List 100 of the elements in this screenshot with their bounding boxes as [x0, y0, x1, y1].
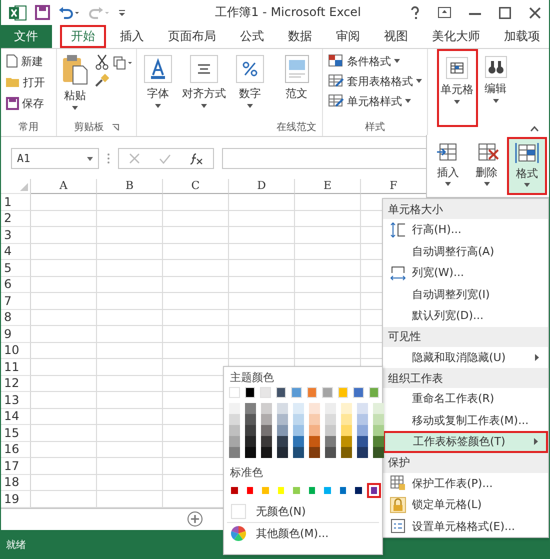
row-header[interactable]: 14: [1, 408, 31, 425]
grid-cell[interactable]: [97, 310, 163, 326]
grid-cell[interactable]: [31, 425, 97, 442]
grid-cell[interactable]: [31, 458, 97, 474]
grid-cell[interactable]: [295, 210, 361, 227]
ribbon-button[interactable]: 对齐方式: [179, 52, 229, 134]
color-swatch[interactable]: [245, 447, 256, 458]
grid-cell[interactable]: [31, 442, 97, 458]
color-swatch[interactable]: [229, 447, 240, 458]
grid-cell[interactable]: [97, 326, 163, 342]
maximize-icon[interactable]: [499, 6, 511, 18]
row-header[interactable]: 8: [1, 310, 31, 326]
column-header[interactable]: D: [229, 179, 295, 194]
grid-cell[interactable]: [31, 276, 97, 293]
grid-cell[interactable]: [31, 359, 97, 376]
color-swatch[interactable]: [293, 436, 304, 447]
grid-cell[interactable]: [229, 276, 295, 293]
dialog-launcher-icon[interactable]: [112, 124, 119, 130]
color-swatch[interactable]: [325, 403, 336, 414]
color-swatch[interactable]: [277, 414, 288, 425]
grid-cell[interactable]: [31, 326, 97, 342]
column-header[interactable]: C: [163, 179, 229, 194]
menu-item[interactable]: 隐藏和取消隐藏(U): [383, 346, 548, 368]
color-swatch[interactable]: [373, 436, 384, 447]
color-swatch[interactable]: [245, 425, 256, 436]
row-header[interactable]: 7: [1, 293, 31, 310]
add-sheet-icon[interactable]: [187, 511, 203, 528]
grid-cell[interactable]: [31, 491, 97, 508]
ribbon-button[interactable]: 插入: [430, 137, 466, 195]
grid-cell[interactable]: [163, 210, 229, 227]
menu-item[interactable]: 自动调整行高(A): [383, 240, 548, 262]
grid-cell[interactable]: [97, 491, 163, 508]
grid-cell[interactable]: [229, 244, 295, 260]
color-swatch[interactable]: [309, 403, 320, 414]
menu-item[interactable]: 移动或复制工作表(M)...: [383, 410, 548, 431]
grid-cell[interactable]: [229, 326, 295, 342]
grid-cell[interactable]: [163, 342, 229, 359]
color-swatch[interactable]: [357, 447, 368, 458]
ribbon-button[interactable]: 单元格样式: [325, 92, 425, 110]
grid-cell[interactable]: [31, 342, 97, 359]
grid-cell[interactable]: [97, 458, 163, 474]
menu-item[interactable]: 设置单元格格式(E)...: [383, 516, 548, 537]
grid-cell[interactable]: [31, 244, 97, 260]
ribbon-tab[interactable]: 视图: [374, 25, 418, 48]
ribbon-tab[interactable]: 公式: [230, 25, 274, 48]
format-painter-icon[interactable]: [95, 73, 109, 87]
grid-cell[interactable]: [295, 342, 361, 359]
color-swatch[interactable]: [373, 414, 384, 425]
ribbon-tab[interactable]: 美化大师: [422, 25, 490, 48]
color-swatch[interactable]: [277, 447, 288, 458]
grid-cell[interactable]: [31, 194, 97, 210]
ribbon-button[interactable]: 条件格式: [325, 52, 425, 70]
customize-toolbar-icon[interactable]: [118, 8, 126, 16]
color-swatch[interactable]: [373, 403, 384, 414]
grid-cell[interactable]: [163, 227, 229, 244]
column-header[interactable]: E: [295, 179, 361, 194]
row-header[interactable]: 18: [1, 474, 31, 491]
grid-cell[interactable]: [31, 474, 97, 491]
column-header[interactable]: B: [97, 179, 163, 194]
menu-item[interactable]: 行高(H)...: [383, 219, 548, 240]
column-header[interactable]: A: [31, 179, 97, 194]
color-swatch[interactable]: [293, 403, 304, 414]
grid-cell[interactable]: [97, 425, 163, 442]
check-icon[interactable]: [158, 154, 171, 164]
cancel-icon[interactable]: [128, 153, 140, 164]
color-swatch[interactable]: [341, 447, 352, 458]
grid-cell[interactable]: [229, 227, 295, 244]
grid-cell[interactable]: [295, 276, 361, 293]
paste-button[interactable]: 粘贴: [59, 52, 91, 120]
grid-cell[interactable]: [163, 194, 229, 210]
ribbon-button[interactable]: 保存: [3, 94, 54, 112]
row-header[interactable]: 6: [1, 276, 31, 293]
row-header[interactable]: 19: [1, 491, 31, 508]
row-header[interactable]: 15: [1, 425, 31, 442]
grid-cell[interactable]: [97, 227, 163, 244]
grid-cell[interactable]: [163, 276, 229, 293]
menu-item[interactable]: 列宽(W)...: [383, 262, 548, 284]
grid-cell[interactable]: [229, 260, 295, 276]
grid-cell[interactable]: [295, 326, 361, 342]
grid-cell[interactable]: [163, 260, 229, 276]
ribbon-display-icon[interactable]: [438, 7, 451, 18]
grid-cell[interactable]: [295, 227, 361, 244]
grid-cell[interactable]: [295, 194, 361, 210]
ribbon-tab[interactable]: 数据: [278, 25, 322, 48]
grid-cell[interactable]: [97, 376, 163, 392]
grid-cell[interactable]: [31, 293, 97, 310]
ribbon-button[interactable]: 编辑: [482, 49, 510, 127]
menu-item[interactable]: 默认列宽(D)...: [383, 305, 548, 326]
ribbon-tab[interactable]: 加载项: [494, 25, 549, 48]
grid-cell[interactable]: [163, 310, 229, 326]
menu-item[interactable]: 锁定单元格(L): [383, 494, 548, 516]
grid-cell[interactable]: [295, 244, 361, 260]
insert-function-icon[interactable]: [190, 152, 204, 164]
row-header[interactable]: 5: [1, 260, 31, 276]
grid-cell[interactable]: [31, 260, 97, 276]
color-swatch[interactable]: [261, 414, 272, 425]
color-swatch[interactable]: [245, 414, 256, 425]
name-box[interactable]: A1: [11, 148, 99, 169]
drag-handle-icon[interactable]: [107, 153, 110, 164]
redo-icon[interactable]: [88, 6, 110, 20]
